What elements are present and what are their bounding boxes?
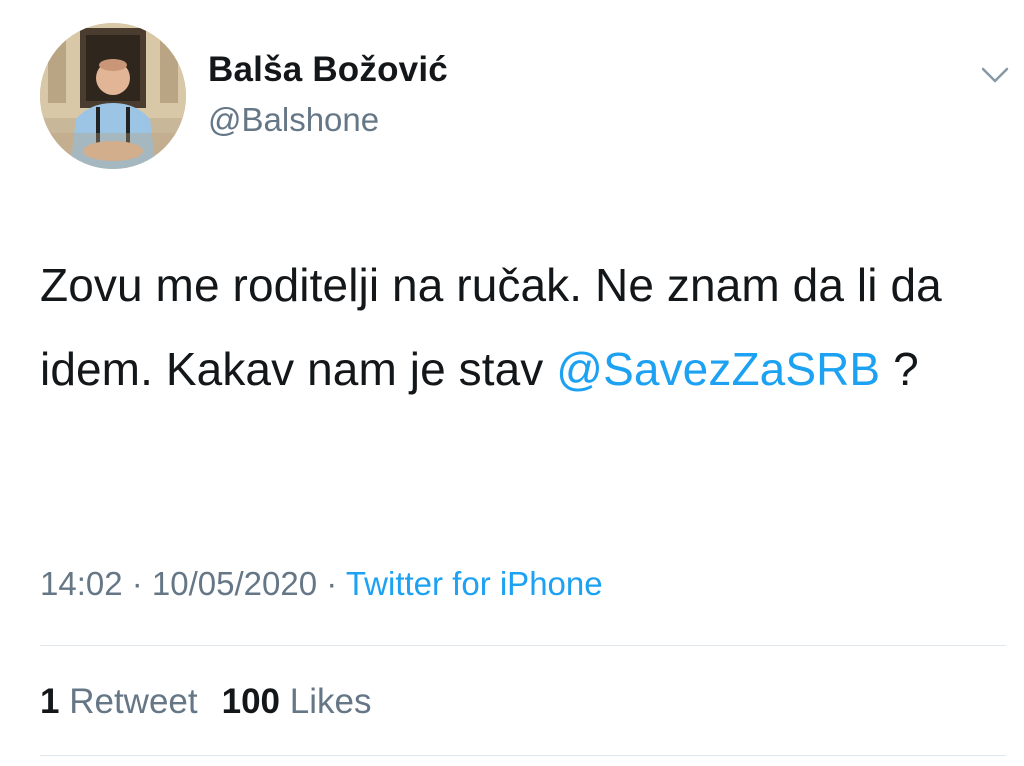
avatar[interactable]: [40, 23, 186, 169]
retweets-count: 1: [40, 682, 60, 721]
tweet-text-tail: ?: [880, 343, 919, 395]
chevron-down-icon: [981, 67, 1009, 83]
author-display-name[interactable]: Balša Božović: [208, 50, 448, 90]
tweet-time[interactable]: 14:02: [40, 565, 123, 602]
divider: [40, 645, 1006, 646]
divider: [40, 755, 1006, 756]
likes-stat[interactable]: 100 Likes: [222, 682, 372, 721]
avatar-photo: [40, 23, 186, 169]
more-options-button[interactable]: [975, 60, 1015, 90]
tweet-source-link[interactable]: Twitter for iPhone: [346, 565, 603, 602]
retweets-stat[interactable]: 1 Retweet: [40, 682, 198, 721]
retweets-label: Retweet: [69, 682, 198, 721]
tweet-card: Balša Božović @Balshone Zovu me roditelj…: [0, 0, 1024, 766]
tweet-text: Zovu me roditelji na ručak. Ne znam da l…: [40, 243, 1000, 411]
meta-separator: ·: [317, 565, 346, 602]
likes-count: 100: [221, 682, 281, 721]
author-handle[interactable]: @Balshone: [208, 100, 448, 140]
tweet-stats: 1 Retweet 100 Likes: [40, 680, 395, 724]
tweet-date[interactable]: 10/05/2020: [152, 565, 317, 602]
meta-separator: ·: [122, 565, 152, 602]
author-info: Balša Božović @Balshone: [208, 50, 448, 140]
likes-label: Likes: [289, 682, 372, 721]
mention-link[interactable]: @SavezZaSRB: [556, 343, 880, 395]
tweet-meta: 14:02 · 10/05/2020 · Twitter for iPhone: [40, 562, 603, 606]
